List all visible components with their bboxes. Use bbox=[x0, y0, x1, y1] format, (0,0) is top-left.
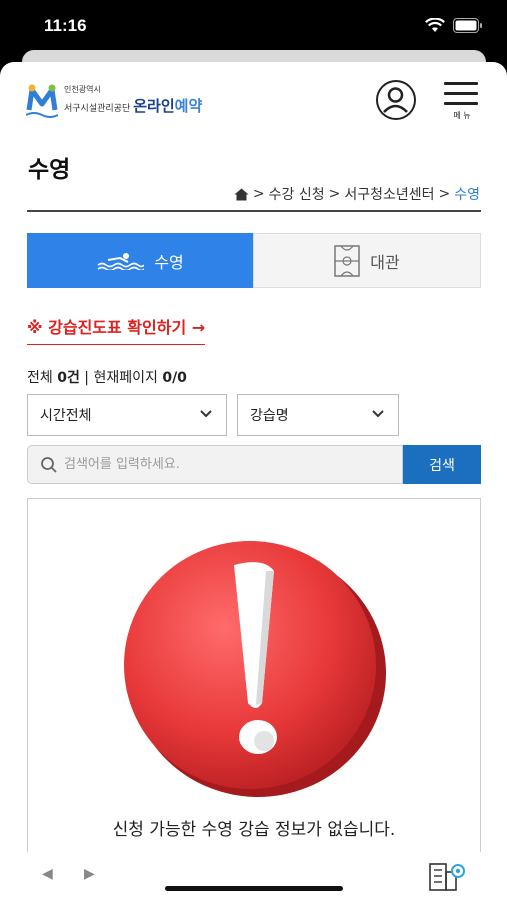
user-account-button[interactable] bbox=[376, 80, 416, 120]
search-icon bbox=[41, 456, 57, 473]
menu-button[interactable]: 메 뉴 bbox=[444, 82, 480, 122]
warning-exclamation-icon bbox=[124, 541, 386, 797]
app-sheet: 인천광역시 서구시설관리공단 온라인예약 메 뉴 수영 > 수강 신청 > 서구… bbox=[0, 62, 507, 900]
breadcrumb-sep: > bbox=[438, 186, 451, 202]
status-icons bbox=[425, 18, 483, 33]
chevron-down-icon bbox=[200, 410, 212, 418]
search-field[interactable] bbox=[27, 445, 403, 484]
chevron-down-icon bbox=[372, 410, 384, 418]
back-arrow-icon[interactable]: ◀ bbox=[42, 866, 53, 882]
status-bar: 11:16 bbox=[0, 0, 507, 52]
result-count: 전체 0건 | 현재페이지 0/0 bbox=[27, 370, 187, 386]
tab-rental-label: 대관 bbox=[370, 252, 400, 272]
logo-mark-icon bbox=[26, 84, 58, 118]
breadcrumb-item-course[interactable]: 수강 신청 bbox=[269, 184, 325, 204]
logo[interactable]: 인천광역시 서구시설관리공단 온라인예약 bbox=[26, 82, 202, 118]
search-button[interactable]: 검색 bbox=[403, 445, 481, 484]
breadcrumb: > 수강 신청 > 서구청소년센터 > 수영 bbox=[234, 184, 480, 204]
battery-icon bbox=[453, 18, 482, 33]
tab-swimming-label: 수영 bbox=[154, 252, 184, 272]
tab-rental[interactable]: 대관 bbox=[253, 233, 481, 288]
wifi-icon bbox=[425, 18, 445, 32]
page-count: 0/0 bbox=[162, 370, 187, 386]
swimming-icon bbox=[97, 252, 145, 270]
menu-label: 메 뉴 bbox=[453, 111, 471, 120]
time-filter-select[interactable]: 시간전체 bbox=[27, 394, 227, 436]
breadcrumb-item-current: 수영 bbox=[454, 187, 480, 203]
logo-city-text: 인천광역시 bbox=[64, 85, 101, 94]
logo-org-text: 서구시설관리공단 bbox=[64, 104, 131, 114]
status-time: 11:16 bbox=[44, 16, 87, 35]
tab-swimming[interactable]: 수영 bbox=[27, 233, 253, 288]
home-icon[interactable] bbox=[234, 188, 249, 201]
hamburger-icon bbox=[444, 82, 478, 85]
building-icon[interactable] bbox=[428, 860, 468, 892]
empty-result-panel: 신청 가능한 수영 강습 정보가 없습니다. bbox=[27, 498, 481, 900]
category-tabs: 수영 대관 bbox=[27, 233, 481, 288]
total-count: 0건 bbox=[57, 370, 80, 386]
class-filter-select[interactable]: 강습명 bbox=[237, 394, 399, 436]
logo-brand-text: 온라인예약 bbox=[133, 97, 203, 115]
court-icon bbox=[334, 244, 361, 277]
search-input[interactable] bbox=[64, 457, 364, 472]
title-divider bbox=[27, 210, 481, 212]
forward-arrow-icon[interactable]: ▶ bbox=[84, 866, 95, 882]
breadcrumb-sep: > bbox=[252, 186, 265, 202]
page-title: 수영 bbox=[28, 157, 71, 183]
home-indicator[interactable] bbox=[165, 886, 343, 891]
user-icon bbox=[383, 87, 408, 113]
breadcrumb-item-center[interactable]: 서구청소년센터 bbox=[344, 184, 434, 204]
progress-chart-link[interactable]: ※ 강습진도표 확인하기 → bbox=[27, 314, 206, 345]
empty-message: 신청 가능한 수영 강습 정보가 없습니다. bbox=[112, 820, 396, 840]
app-header: 인천광역시 서구시설관리공단 온라인예약 메 뉴 bbox=[0, 62, 507, 142]
breadcrumb-sep: > bbox=[328, 186, 341, 202]
